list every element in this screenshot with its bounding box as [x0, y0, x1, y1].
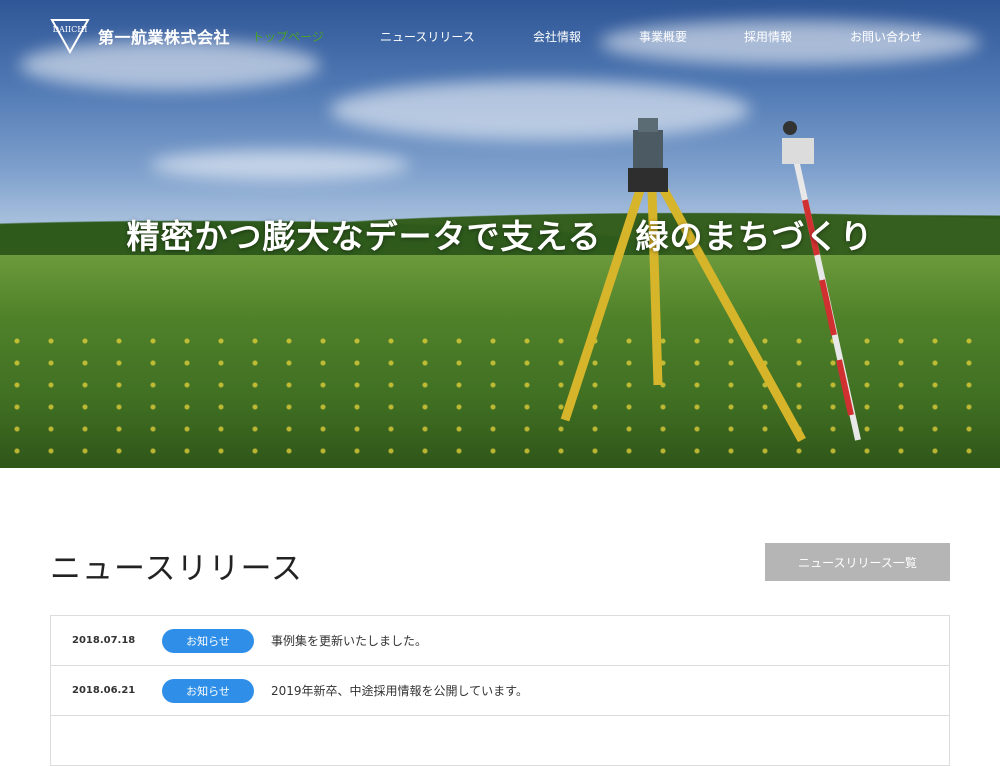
news-title[interactable]: 事例集を更新いたしました。 [271, 632, 427, 649]
category-badge: お知らせ [162, 628, 254, 653]
news-item[interactable]: 2018.06.21 お知らせ 2019年新卒、中途採用情報を公開しています。 [51, 666, 949, 716]
news-heading: ニュースリリース [50, 551, 303, 587]
news-title[interactable]: 2019年新卒、中途採用情報を公開しています。 [271, 682, 528, 699]
top-navigation: DAIICHI 第一航業株式会社 トップページ ニュースリリース 会社情報 事業… [0, 0, 1000, 72]
news-item[interactable] [51, 716, 949, 766]
logo-emblem-icon: DAIICHI [50, 19, 90, 54]
hero-title: 精密かつ膨大なデータで支える 緑のまちづくり [126, 217, 874, 256]
news-date: 2018.06.21 [72, 685, 136, 696]
nav-menu: トップページ ニュースリリース 会社情報 事業概要 採用情報 お問い合わせ [252, 28, 950, 45]
news-list: 2018.07.18 お知らせ 事例集を更新いたしました。 2018.06.21… [50, 615, 950, 766]
company-name: 第一航業株式会社 [98, 28, 231, 47]
nav-item-company[interactable]: 会社情報 [533, 28, 639, 45]
news-section: ニュースリリース ニュースリリース一覧 2018.07.18 お知らせ 事例集を… [0, 468, 1000, 766]
news-date: 2018.07.18 [72, 635, 136, 646]
hero-banner: DAIICHI 第一航業株式会社 トップページ ニュースリリース 会社情報 事業… [0, 0, 1000, 468]
nav-item-top[interactable]: トップページ [252, 28, 380, 45]
survey-tripod-image [560, 118, 861, 443]
nav-item-contact[interactable]: お問い合わせ [850, 28, 950, 45]
company-logo[interactable]: DAIICHI 第一航業株式会社 [50, 18, 230, 54]
svg-text:DAIICHI: DAIICHI [53, 25, 88, 34]
news-list-button[interactable]: ニュースリリース一覧 [765, 543, 950, 581]
cloud [150, 150, 410, 180]
news-item[interactable]: 2018.07.18 お知らせ 事例集を更新いたしました。 [51, 616, 949, 666]
nav-item-business[interactable]: 事業概要 [639, 28, 744, 45]
category-badge: お知らせ [162, 678, 254, 703]
nav-item-news[interactable]: ニュースリリース [380, 28, 533, 45]
nav-item-recruit[interactable]: 採用情報 [744, 28, 850, 45]
